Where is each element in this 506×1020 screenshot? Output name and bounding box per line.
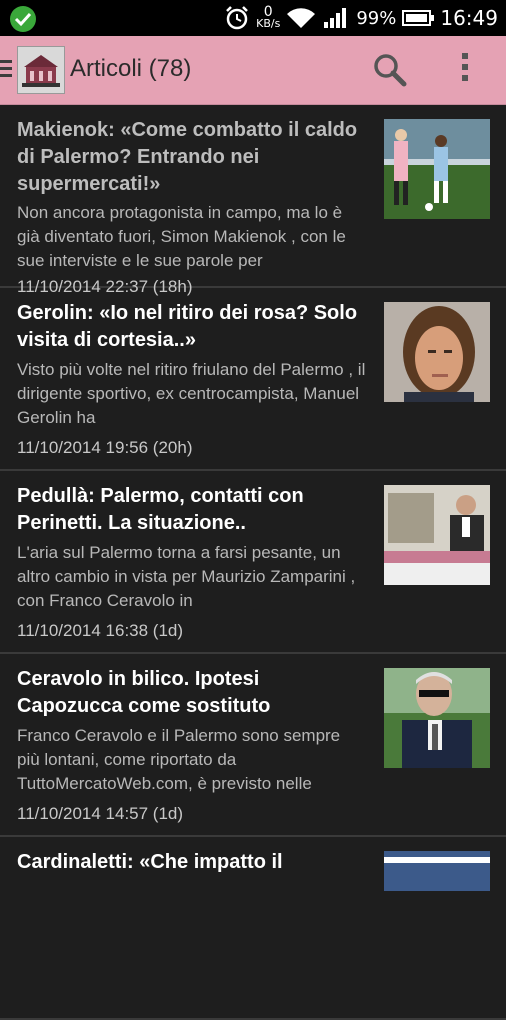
overflow-menu-icon[interactable] xyxy=(460,53,470,86)
app-title: Articoli (78) xyxy=(70,55,192,82)
status-bar: 0 KB/s 99% 16:49 xyxy=(0,0,506,36)
article-list: Makienok: «Come combatto il caldo di Pal… xyxy=(0,105,506,1020)
alarm-icon xyxy=(226,6,249,30)
article-title: Cardinaletti: «Che impatto il xyxy=(17,851,283,873)
clock: 16:49 xyxy=(440,6,498,30)
article-title: Ceravolo in bilico. Ipotesi Capozucca co… xyxy=(17,668,271,717)
list-item[interactable]: Cardinaletti: «Che impatto il xyxy=(0,837,506,1020)
article-snippet: Franco Ceravolo e il Palermo sono sempre… xyxy=(17,726,341,793)
list-item[interactable]: Ceravolo in bilico. Ipotesi Capozucca co… xyxy=(0,654,506,837)
app-bar: Articoli (78) xyxy=(0,36,506,105)
battery-level: 99% xyxy=(356,7,397,29)
wifi-icon xyxy=(287,8,316,28)
article-date: 11/10/2014 16:38 (1d) xyxy=(17,621,184,640)
article-title: Makienok: «Come combatto il caldo di Pal… xyxy=(17,119,358,195)
article-title: Gerolin: «Io nel ritiro dei rosa? Solo v… xyxy=(17,302,358,351)
list-item[interactable]: Gerolin: «Io nel ritiro dei rosa? Solo v… xyxy=(0,288,506,471)
search-icon[interactable] xyxy=(372,52,408,88)
menu-icon[interactable] xyxy=(0,60,12,81)
article-snippet: L'aria sul Palermo torna a farsi pesante… xyxy=(17,543,356,610)
article-snippet: Visto più volte nel ritiro friulano del … xyxy=(17,360,366,427)
article-thumbnail xyxy=(384,119,490,219)
list-item[interactable]: Makienok: «Come combatto il caldo di Pal… xyxy=(0,105,506,296)
article-date: 11/10/2014 19:56 (20h) xyxy=(17,438,193,457)
signal-icon xyxy=(324,8,347,28)
article-snippet: Non ancora protagonista in campo, ma lo … xyxy=(17,203,346,270)
network-speed: 0 KB/s xyxy=(256,5,281,30)
check-icon xyxy=(10,6,36,32)
article-thumbnail xyxy=(384,302,490,402)
list-item[interactable]: Pedullà: Palermo, contatti con Perinetti… xyxy=(0,471,506,654)
article-date: 11/10/2014 14:57 (1d) xyxy=(17,804,184,823)
app-logo[interactable] xyxy=(17,46,65,94)
speed-unit: KB/s xyxy=(256,17,281,30)
article-thumbnail xyxy=(384,668,490,768)
battery-icon xyxy=(402,10,435,26)
article-thumbnail xyxy=(384,851,490,891)
article-thumbnail xyxy=(384,485,490,585)
article-title: Pedullà: Palermo, contatti con Perinetti… xyxy=(17,485,304,534)
